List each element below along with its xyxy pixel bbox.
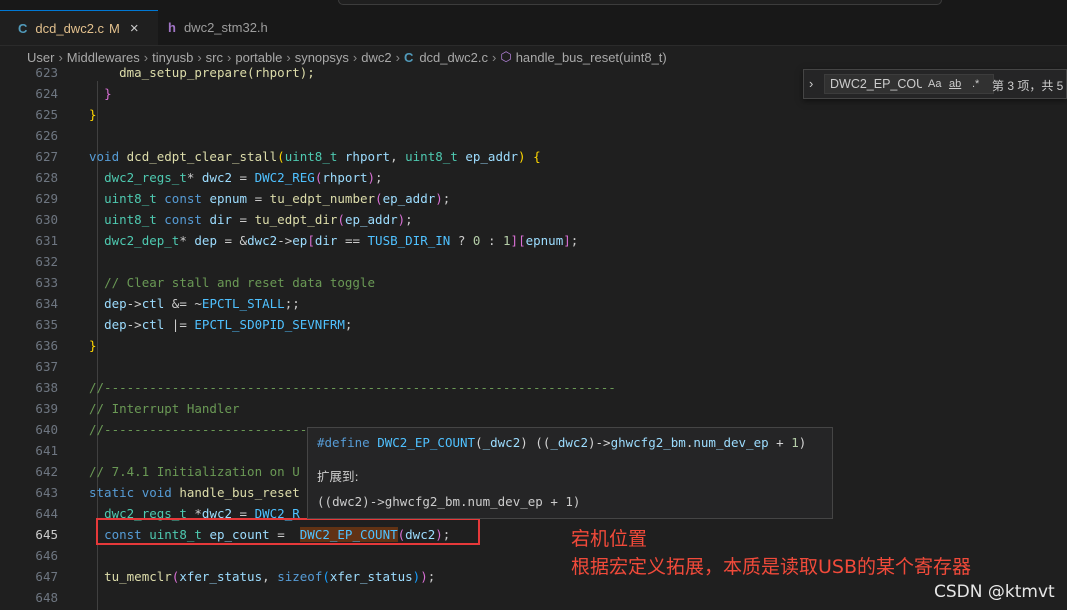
match-whole-word-toggle[interactable]: ab: [949, 78, 961, 90]
line-number: 627: [35, 149, 58, 164]
line-number: 644: [35, 506, 58, 521]
tab-label: dcd_dwc2.c: [35, 20, 105, 36]
hover-expansion: ((dwc2)->ghwcfg2_bm.num_dev_ep + 1): [317, 494, 581, 509]
chevron-right-icon[interactable]: ›: [809, 76, 813, 91]
code-line: // Clear stall and reset data toggle: [104, 275, 375, 290]
code-line: dep->ctl &= ~EPCTL_STALL;;: [104, 296, 300, 311]
macro-hover-tooltip: #define DWC2_EP_COUNT(_dwc2) ((_dwc2)->g…: [307, 427, 833, 519]
line-number: 633: [35, 275, 58, 290]
line-number: 642: [35, 464, 58, 479]
find-query: DWC2_EP_COUNT: [830, 77, 922, 91]
line-number: 626: [35, 128, 58, 143]
close-icon[interactable]: ×: [130, 20, 139, 37]
line-number: 629: [35, 191, 58, 206]
line-number: 624: [35, 86, 58, 101]
annotation-text: 宕机位置: [571, 528, 648, 550]
code-line: dwc2_dep_t* dep = &dwc2->ep[dir == TUSB_…: [104, 233, 579, 248]
find-result-count: 第 3 项，共 5: [992, 79, 1064, 93]
match-case-toggle[interactable]: Aa: [928, 78, 941, 90]
regex-toggle[interactable]: .*: [972, 78, 979, 90]
line-number: 639: [35, 401, 58, 416]
code-line: //--------------------------------------…: [89, 380, 616, 395]
line-number: 647: [35, 569, 58, 584]
line-number: 643: [35, 485, 58, 500]
line-number: 623: [35, 65, 58, 80]
find-input[interactable]: DWC2_EP_COUNT Aa ab .*: [824, 74, 994, 94]
line-number: 637: [35, 359, 58, 374]
code-line: dwc2_regs_t* dwc2 = DWC2_REG(rhport);: [104, 170, 383, 185]
annotation-red-box: [96, 518, 480, 545]
line-number: 641: [35, 443, 58, 458]
watermark: CSDN @ktmvt: [934, 582, 1055, 602]
line-number: 628: [35, 170, 58, 185]
line-number: 634: [35, 296, 58, 311]
line-number: 631: [35, 233, 58, 248]
command-center[interactable]: [338, 0, 942, 5]
code-line: uint8_t const epnum = tu_edpt_number(ep_…: [104, 191, 451, 206]
title-bar: [0, 0, 1067, 10]
c-file-icon: C: [18, 20, 28, 36]
line-number: 635: [35, 317, 58, 332]
line-number: 648: [35, 590, 58, 605]
line-number-current: 645: [35, 527, 58, 542]
tab-dcd-dwc2-c[interactable]: C dcd_dwc2.c M ×: [0, 10, 158, 45]
code-line: // Interrupt Handler: [89, 401, 240, 416]
line-number: 630: [35, 212, 58, 227]
annotation-text: 根据宏定义拓展，本质是读取USB的某个寄存器: [571, 556, 972, 578]
editor-tab-bar: C dcd_dwc2.c M × h dwc2_stm32.h: [0, 10, 1067, 46]
hover-definition: #define DWC2_EP_COUNT(_dwc2) ((_dwc2)->g…: [317, 435, 807, 450]
line-number: 625: [35, 107, 58, 122]
code-line: uint8_t const dir = tu_edpt_dir(ep_addr)…: [104, 212, 413, 227]
code-line: }: [89, 107, 97, 122]
h-file-icon: h: [168, 20, 176, 35]
code-line: void dcd_edpt_clear_stall(uint8_t rhport…: [89, 149, 541, 164]
line-number: 638: [35, 380, 58, 395]
tab-dwc2-stm32-h[interactable]: h dwc2_stm32.h: [158, 10, 288, 45]
find-widget: › DWC2_EP_COUNT Aa ab .* 第 3 项，共 5: [803, 69, 1067, 99]
code-line: dep->ctl |= EPCTL_SD0PID_SEVNFRM;: [104, 317, 353, 332]
line-number-gutter: 623 624 625 626 627 628 629 630 631 632 …: [0, 62, 70, 608]
line-number: 632: [35, 254, 58, 269]
line-number: 640: [35, 422, 58, 437]
code-line: }: [89, 338, 97, 353]
line-number: 636: [35, 338, 58, 353]
hover-expands-label: 扩展到:: [317, 469, 359, 484]
line-number: 646: [35, 548, 58, 563]
modified-badge: M: [109, 20, 120, 36]
tab-label: dwc2_stm32.h: [183, 20, 268, 35]
